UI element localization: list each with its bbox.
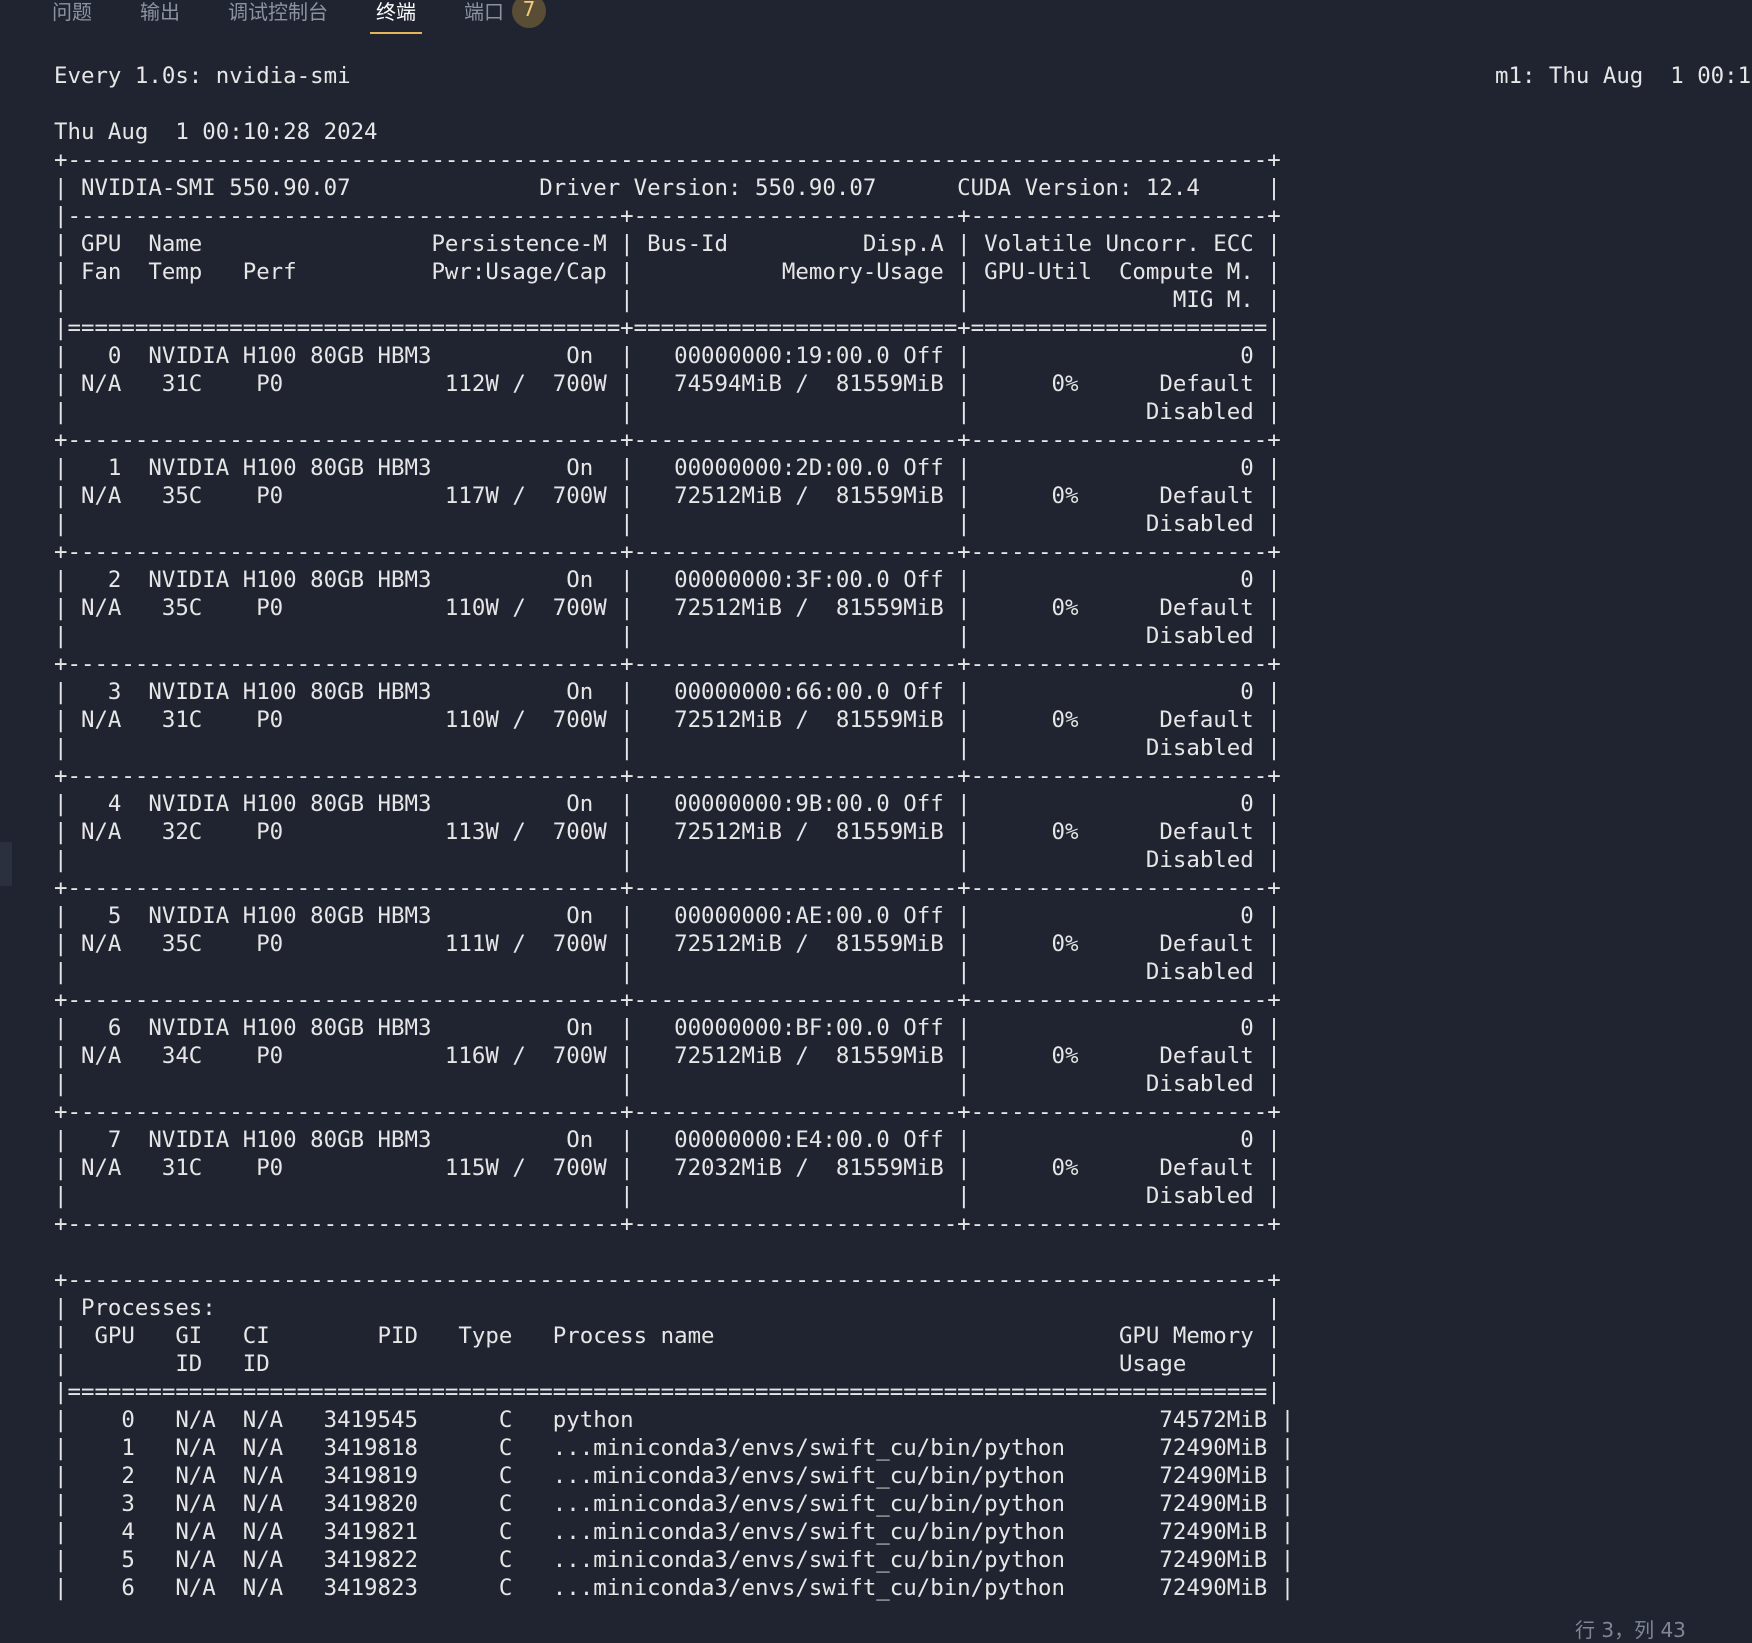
cursor-position-status[interactable]: 行 3，列 43 [1575,1614,1686,1643]
panel-tab-bar: 问题 输出 调试控制台 终端 端口 7 [0,0,1752,40]
tab-output[interactable]: 输出 [140,0,180,34]
terminal-line: +---------------------------------------… [54,147,1281,173]
tab-problems[interactable]: 问题 [52,0,92,34]
terminal-line: | N/A 35C P0 110W / 700W | 72512MiB / 81… [54,595,1281,621]
terminal-line: | | | Disabled | [54,399,1281,425]
terminal-line: | N/A 31C P0 115W / 700W | 72032MiB / 81… [54,1155,1281,1181]
terminal-line: | N/A 31C P0 110W / 700W | 72512MiB / 81… [54,707,1281,733]
terminal-line: | 5 N/A N/A 3419822 C ...miniconda3/envs… [54,1547,1295,1573]
ports-count-badge: 7 [512,0,546,28]
terminal-line: | 2 NVIDIA H100 80GB HBM3 On | 00000000:… [54,567,1281,593]
terminal-line: | | | Disabled | [54,847,1281,873]
terminal-line: | 4 NVIDIA H100 80GB HBM3 On | 00000000:… [54,791,1281,817]
terminal-line: | 7 NVIDIA H100 80GB HBM3 On | 00000000:… [54,1127,1281,1153]
tab-terminal[interactable]: 终端 [370,0,422,34]
terminal-line: |=======================================… [54,315,1281,341]
terminal-line: | | | Disabled | [54,623,1281,649]
terminal-line: | 1 N/A N/A 3419818 C ...miniconda3/envs… [54,1435,1295,1461]
terminal-line: +---------------------------------------… [54,987,1281,1013]
terminal-line: | 1 NVIDIA H100 80GB HBM3 On | 00000000:… [54,455,1281,481]
terminal-line: | 3 N/A N/A 3419820 C ...miniconda3/envs… [54,1491,1295,1517]
terminal-line: +---------------------------------------… [54,875,1281,901]
terminal-line: | NVIDIA-SMI 550.90.07 Driver Version: 5… [54,175,1281,201]
terminal-line: | 0 N/A N/A 3419545 C python 74572MiB | [54,1407,1295,1433]
terminal-line: | 6 N/A N/A 3419823 C ...miniconda3/envs… [54,1575,1295,1601]
terminal-line: | N/A 35C P0 111W / 700W | 72512MiB / 81… [54,931,1281,957]
terminal-line: | Fan Temp Perf Pwr:Usage/Cap | Memory-U… [54,259,1281,285]
terminal-line: | GPU GI CI PID Type Process name GPU Me… [54,1323,1281,1349]
watch-header-host-time: m1: Thu Aug 1 00:1 [1495,63,1752,89]
terminal-line: | GPU Name Persistence-M | Bus-Id Disp.A… [54,231,1281,257]
terminal-line: +---------------------------------------… [54,427,1281,453]
terminal-line: +---------------------------------------… [54,1267,1281,1293]
terminal-line: | 0 NVIDIA H100 80GB HBM3 On | 00000000:… [54,343,1281,369]
terminal-line: +---------------------------------------… [54,651,1281,677]
terminal-line: | N/A 35C P0 117W / 700W | 72512MiB / 81… [54,483,1281,509]
terminal-line: | 4 N/A N/A 3419821 C ...miniconda3/envs… [54,1519,1295,1545]
terminal-line: |=======================================… [54,1379,1281,1405]
terminal-line: | | | Disabled | [54,735,1281,761]
terminal-line: | 2 N/A N/A 3419819 C ...miniconda3/envs… [54,1463,1295,1489]
tab-ports[interactable]: 端口 [464,0,504,34]
terminal-line: | N/A 32C P0 113W / 700W | 72512MiB / 81… [54,819,1281,845]
terminal-line: | | | Disabled | [54,959,1281,985]
terminal-line: | | | Disabled | [54,511,1281,537]
terminal-output[interactable]: Every 1.0s: nvidia-smi Thu Aug 1 00:10:2… [54,62,1752,1602]
terminal-lines: Thu Aug 1 00:10:28 2024 +----------------… [54,90,1752,1602]
terminal-line: | 5 NVIDIA H100 80GB HBM3 On | 00000000:… [54,903,1281,929]
terminal-line: Thu Aug 1 00:10:28 2024 [54,119,378,145]
terminal-line: | ID ID Usage | [54,1351,1281,1377]
terminal-line: | Processes: | [54,1295,1281,1321]
tab-debug-console[interactable]: 调试控制台 [228,0,328,34]
terminal-line: | 6 NVIDIA H100 80GB HBM3 On | 00000000:… [54,1015,1281,1041]
terminal-line: | N/A 31C P0 112W / 700W | 74594MiB / 81… [54,371,1281,397]
terminal-line: | N/A 34C P0 116W / 700W | 72512MiB / 81… [54,1043,1281,1069]
terminal-line: +---------------------------------------… [54,763,1281,789]
sidebar-edge-marker [0,842,12,886]
terminal-line: | | | Disabled | [54,1071,1281,1097]
terminal-line: +---------------------------------------… [54,1211,1281,1237]
terminal-line: |---------------------------------------… [54,203,1281,229]
terminal-line: | | | MIG M. | [54,287,1281,313]
terminal-line: +---------------------------------------… [54,539,1281,565]
terminal-line: | 3 NVIDIA H100 80GB HBM3 On | 00000000:… [54,679,1281,705]
terminal-line: +---------------------------------------… [54,1099,1281,1125]
terminal-line: | | | Disabled | [54,1183,1281,1209]
